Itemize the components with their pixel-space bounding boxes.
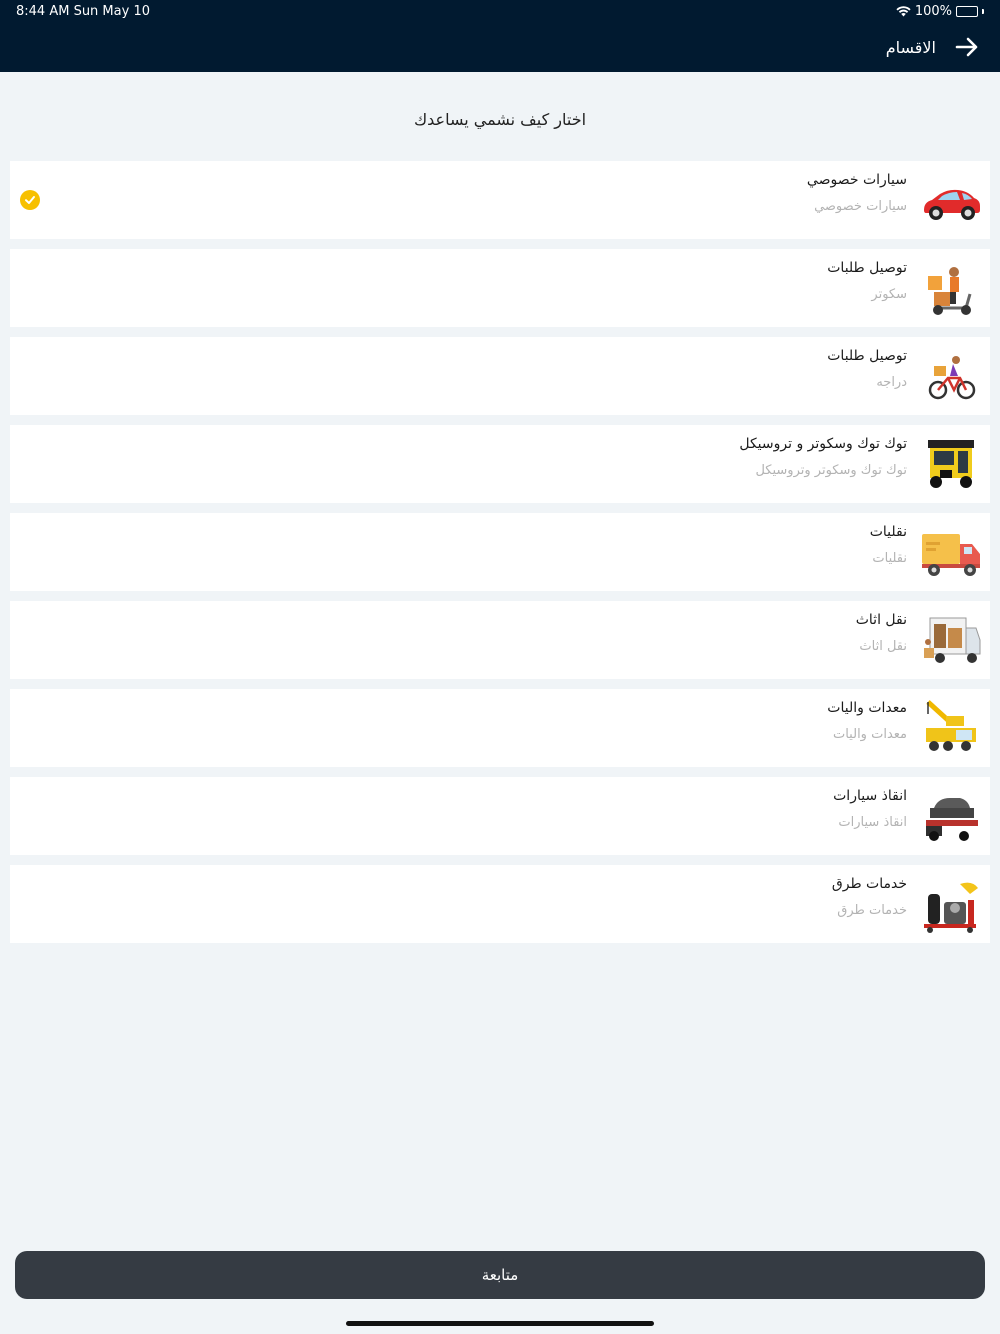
home-indicator [346, 1321, 654, 1326]
category-row[interactable]: انقاذ سيارات انقاذ سيارات [10, 777, 990, 855]
bicycle-delivery-icon [920, 346, 982, 408]
arrow-right-icon[interactable] [954, 34, 980, 60]
road-service-icon [920, 874, 982, 936]
status-bar: 8:44 AM Sun May 10 100% [0, 0, 1000, 24]
category-title: نقل اثاث [855, 612, 907, 628]
continue-button[interactable]: متابعة [15, 1251, 985, 1299]
category-subtitle: انقاذ سيارات [838, 815, 907, 830]
crane-icon [920, 698, 982, 760]
category-title: توصيل طلبات [827, 348, 907, 364]
category-row[interactable]: خدمات طرق خدمات طرق [10, 865, 990, 943]
category-subtitle: خدمات طرق [837, 903, 907, 918]
category-row[interactable]: معدات واليات معدات واليات [10, 689, 990, 767]
page-title: الاقسام [885, 37, 936, 57]
category-subtitle: نقليات [872, 551, 907, 566]
category-subtitle: توك توك وسكوتر وتروسيكل [755, 463, 907, 478]
battery-icon [956, 6, 978, 17]
category-row[interactable]: نقل اثاث نقل اثاث [10, 601, 990, 679]
category-row[interactable]: سيارات خصوصي سيارات خصوصي [10, 161, 990, 239]
category-list: سيارات خصوصي سيارات خصوصي توصيل طلبات سكوتر… [10, 161, 990, 953]
category-subtitle: دراجه [876, 375, 907, 390]
status-time: 8:44 AM Sun May 10 [16, 4, 150, 19]
furniture-truck-icon [920, 610, 982, 672]
category-subtitle: معدات واليات [832, 727, 907, 742]
category-subtitle: سكوتر [871, 287, 907, 302]
screen-subtitle: اختار كيف نشمي يساعدك [413, 110, 587, 129]
top-bar: 8:44 AM Sun May 10 100% الاقسام [0, 0, 1000, 72]
category-title: توك توك وسكوتر و تروسيكل [739, 436, 907, 452]
battery-percent: 100% [914, 4, 952, 19]
category-title: سيارات خصوصي [806, 172, 907, 188]
checkmark-icon [20, 190, 40, 210]
wifi-icon [896, 6, 911, 17]
category-title: نقليات [869, 524, 907, 540]
category-row[interactable]: توصيل طلبات سكوتر [10, 249, 990, 327]
scooter-delivery-icon [920, 258, 982, 320]
category-title: انقاذ سيارات [833, 788, 907, 804]
category-title: خدمات طرق [831, 876, 907, 892]
tuktuk-icon [920, 434, 982, 496]
category-row[interactable]: توصيل طلبات دراجه [10, 337, 990, 415]
category-row[interactable]: توك توك وسكوتر و تروسيكل توك توك وسكوتر و… [10, 425, 990, 503]
status-right: 100% [896, 4, 984, 19]
tow-truck-icon [920, 786, 982, 848]
category-title: توصيل طلبات [827, 260, 907, 276]
category-title: معدات واليات [827, 700, 907, 716]
category-row[interactable]: نقليات نقليات [10, 513, 990, 591]
category-subtitle: نقل اثاث [859, 639, 907, 654]
truck-icon [920, 522, 982, 584]
car-icon [920, 170, 982, 232]
category-subtitle: سيارات خصوصي [814, 199, 907, 214]
